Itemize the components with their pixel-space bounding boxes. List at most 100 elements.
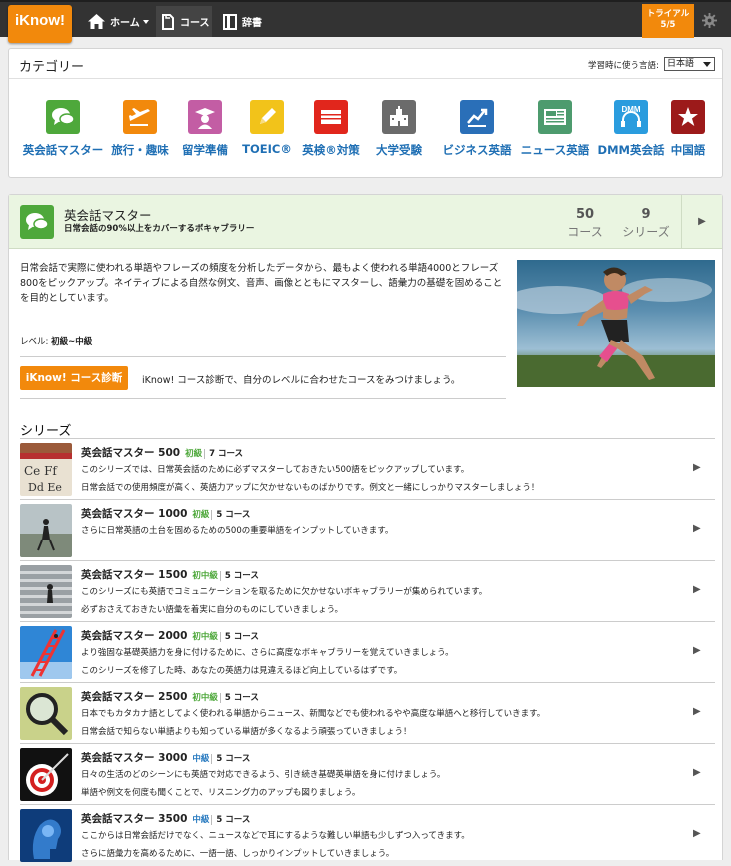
play-arrow-icon[interactable]: ▶ bbox=[693, 828, 701, 839]
category-label: 大学受験 bbox=[376, 143, 422, 157]
category-dmm-eikaiwa[interactable]: DMM DMM英会話 bbox=[598, 100, 664, 157]
series-description-line: 日常会話で知らない単語よりも知っている単語が多くなるよう頑張っていきましょう！ bbox=[81, 727, 412, 737]
course-description: 日常会話で実際に使われる単語やフレーズの頻度を分析したデータから、最もよく使われ… bbox=[20, 263, 503, 304]
language-select[interactable]: 日本語 bbox=[664, 57, 715, 71]
series-name: 英会話マスター 3000 bbox=[81, 752, 188, 764]
series-thumbnail bbox=[20, 748, 72, 801]
speech-bubbles-icon bbox=[20, 205, 54, 239]
series-thumbnail bbox=[20, 687, 72, 740]
svg-text:Ce Ff: Ce Ff bbox=[24, 464, 58, 478]
series-description-line: さらに語彙力を高めるために、一語一語、しっかりインプットしていきましょう。 bbox=[81, 849, 395, 859]
nav-dictionary[interactable]: 辞書 bbox=[220, 6, 270, 37]
chevron-down-icon bbox=[142, 19, 149, 24]
series-row[interactable]: 英会話マスター 1000 初級 5 コース さらに日常英語の土台を固めるための500… bbox=[20, 500, 715, 561]
category-panel: カテゴリー 学習時に使う言語: 日本語 英会話マスター 旅行・趣味 留学準備 T… bbox=[8, 48, 723, 178]
category-business-english[interactable]: ビジネス英語 bbox=[443, 100, 512, 157]
nav-home[interactable]: ホーム bbox=[86, 6, 154, 37]
category-toeic[interactable]: TOEIC® bbox=[242, 100, 292, 156]
category-news-english[interactable]: ニュース英語 bbox=[521, 100, 589, 157]
play-arrow-icon[interactable]: ▶ bbox=[681, 195, 722, 248]
category-label: 留学準備 bbox=[182, 143, 228, 157]
divider bbox=[20, 356, 506, 357]
pencil-icon bbox=[250, 100, 284, 134]
series-name: 英会話マスター 1500 bbox=[81, 569, 188, 581]
speech-bubbles-icon bbox=[46, 100, 80, 134]
series-description-line: 日常会話での使用頻度が高く、英語力アップに欠かせないものばかりです。例文と一緒に… bbox=[81, 483, 540, 493]
play-arrow-icon[interactable]: ▶ bbox=[693, 767, 701, 778]
series-name-block: 英会話マスター 3000 中級 5 コース bbox=[81, 750, 251, 765]
category-travel-hobby[interactable]: 旅行・趣味 bbox=[111, 100, 169, 157]
play-arrow-icon[interactable]: ▶ bbox=[693, 584, 701, 595]
category-label: 中国語 bbox=[670, 143, 706, 157]
course-subtitle: 日常会話の90%以上をカバーするボキャブラリー bbox=[64, 224, 255, 234]
series-description-line: ここからは日常会話だけでなく、ニュースなどで耳にするような難しい単語も少しずつ入… bbox=[81, 831, 470, 841]
language-label: 学習時に使う言語: bbox=[588, 61, 659, 71]
series-name-block: 英会話マスター 1000 初級 5 コース bbox=[81, 506, 251, 521]
play-arrow-icon[interactable]: ▶ bbox=[693, 462, 701, 473]
category-study-abroad[interactable]: 留学準備 bbox=[182, 100, 228, 157]
dmm-headset-icon: DMM bbox=[614, 100, 648, 134]
series-row[interactable]: 英会話マスター 1500 初中級 5 コース このシリーズにも英語でコミュニケーショ… bbox=[20, 561, 715, 622]
category-label: 旅行・趣味 bbox=[111, 143, 169, 157]
iknow-logo[interactable]: iKnow! bbox=[8, 5, 72, 43]
series-level-badge: 初中級 bbox=[192, 632, 218, 642]
nav-course-label: コース bbox=[180, 18, 210, 29]
series-count-stat: 9 シリーズ bbox=[616, 207, 676, 240]
school-building-icon bbox=[382, 100, 416, 134]
gear-icon[interactable] bbox=[702, 13, 717, 28]
series-count: 9 bbox=[641, 207, 651, 222]
divider bbox=[20, 398, 506, 399]
series-row[interactable]: 英会話マスター 2000 初中級 5 コース より強固な基礎英語力を身に付けるために… bbox=[20, 622, 715, 683]
series-description-line: 日々の生活のどのシーンにも英語で対応できるよう、引き続き基礎英単語を身に付けまし… bbox=[81, 770, 446, 780]
series-course-count: 5 コース bbox=[211, 815, 251, 825]
series-description-line: このシリーズでは、日常英会話のために必ずマスターしておきたい500語をピックアッ… bbox=[81, 465, 470, 475]
nav-course[interactable]: コース bbox=[156, 6, 212, 37]
course-panel: 英会話マスター 日常会話の90%以上をカバーするボキャブラリー 50 コース 9… bbox=[8, 194, 723, 862]
category-label: ニュース英語 bbox=[520, 143, 590, 157]
series-name-block: 英会話マスター 3500 中級 5 コース bbox=[81, 811, 251, 826]
series-level-badge: 中級 bbox=[192, 754, 210, 764]
series-course-count: 7 コース bbox=[204, 449, 244, 459]
series-name: 英会話マスター 500 bbox=[81, 447, 181, 459]
newspaper-icon bbox=[538, 100, 572, 134]
category-chinese[interactable]: 中国語 bbox=[671, 100, 705, 157]
category-title: カテゴリー bbox=[19, 60, 85, 75]
nav-dictionary-label: 辞書 bbox=[242, 18, 262, 29]
trial-label: トライアル bbox=[646, 9, 690, 19]
series-description-line: より強固な基礎英語力を身に付けるために、さらに高度なボキャブラリーを覚えていきま… bbox=[81, 648, 454, 658]
series-level-badge: 初中級 bbox=[192, 571, 218, 581]
growth-chart-icon bbox=[460, 100, 494, 134]
series-level-badge: 初中級 bbox=[192, 693, 218, 703]
series-name: 英会話マスター 2500 bbox=[81, 691, 188, 703]
course-level: レベル: 初級~中級 bbox=[20, 335, 92, 347]
series-course-count: 5 コース bbox=[219, 632, 259, 642]
series-course-count: 5 コース bbox=[211, 754, 251, 764]
series-name-block: 英会話マスター 500 初級 7 コース bbox=[81, 445, 244, 460]
play-arrow-icon[interactable]: ▶ bbox=[693, 523, 701, 534]
runner-photo bbox=[517, 260, 715, 387]
course-diagnosis-button[interactable]: iKnow! コース診断 bbox=[20, 366, 128, 390]
play-arrow-icon[interactable]: ▶ bbox=[693, 706, 701, 717]
category-university-exam[interactable]: 大学受験 bbox=[376, 100, 422, 157]
category-label: 英検®対策 bbox=[302, 143, 360, 157]
trial-badge[interactable]: トライアル 5/5 bbox=[642, 4, 694, 38]
series-row[interactable]: 英会話マスター 3500 中級 5 コース ここからは日常会話だけでなく、ニュースな… bbox=[20, 805, 715, 866]
series-description-line: このシリーズにも英語でコミュニケーションを取るために欠かせないボキャブラリーが集… bbox=[81, 587, 488, 597]
dictionary-icon bbox=[223, 13, 237, 30]
category-label: DMM英会話 bbox=[597, 143, 665, 157]
category-eikaiwa-master[interactable]: 英会話マスター bbox=[23, 100, 103, 157]
top-navigation-bar: iKnow! ホーム コース 辞書 トライアル 5/5 bbox=[0, 0, 731, 43]
play-arrow-icon[interactable]: ▶ bbox=[693, 645, 701, 656]
category-eiken[interactable]: 英検®対策 bbox=[302, 100, 360, 157]
series-thumbnail: Ce Ff Dd Ee bbox=[20, 443, 72, 496]
home-icon bbox=[88, 14, 105, 29]
series-row[interactable]: Ce Ff Dd Ee 英会話マスター 500 初級 7 コース このシリーズでは、日… bbox=[20, 439, 715, 500]
svg-text:Dd Ee: Dd Ee bbox=[28, 481, 62, 494]
category-label: ビジネス英語 bbox=[442, 143, 512, 157]
language-select-value: 日本語 bbox=[667, 59, 695, 69]
course-count-stat: 50 コース bbox=[555, 207, 615, 240]
series-row[interactable]: 英会話マスター 2500 初中級 5 コース 日本でもカタカナ語としてよく使われる単… bbox=[20, 683, 715, 744]
series-section-title: シリーズ bbox=[20, 424, 72, 439]
series-name: 英会話マスター 2000 bbox=[81, 630, 188, 642]
series-row[interactable]: 英会話マスター 3000 中級 5 コース 日々の生活のどのシーンにも英語で対応でき… bbox=[20, 744, 715, 805]
